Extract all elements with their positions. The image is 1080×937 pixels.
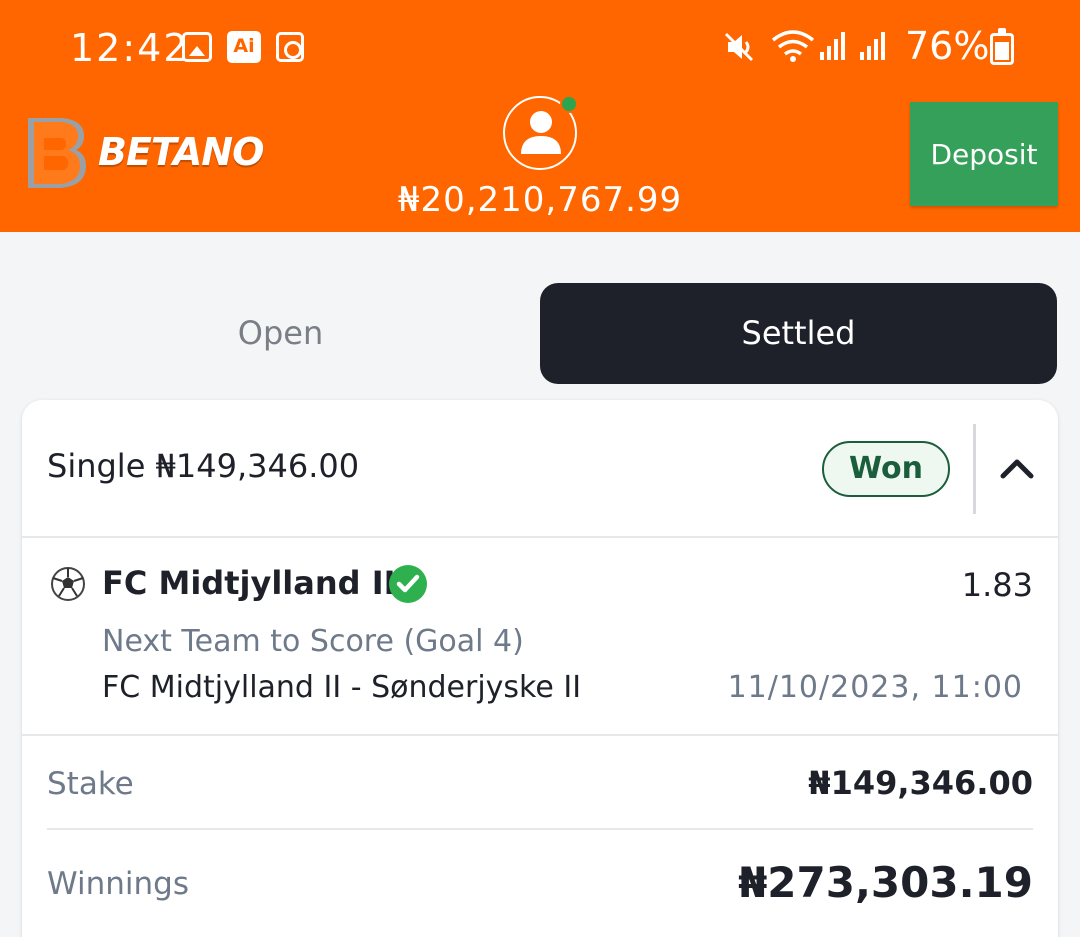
signal-icon [860, 32, 885, 60]
wifi-icon [771, 30, 815, 62]
soccer-ball-icon [51, 567, 85, 601]
selection-odds: 1.83 [961, 566, 1033, 604]
status-time: 12:42 [70, 26, 190, 70]
user-icon [521, 111, 561, 154]
online-status-dot [560, 95, 578, 113]
deposit-button[interactable]: Deposit [910, 102, 1058, 206]
divider [973, 424, 976, 514]
app-header: 12:42 Ai 76% BETANO ₦20,210,767.99 Depos… [0, 0, 1080, 232]
winnings-label: Winnings [47, 866, 189, 902]
tab-open[interactable]: Open [22, 283, 539, 384]
match-name[interactable]: FC Midtjylland II - Sønderjyske II [102, 670, 581, 705]
signal-icon [820, 32, 845, 60]
bet-card-header[interactable]: Single ₦149,346.00 Won [22, 400, 1058, 538]
gallery-icon [182, 32, 212, 62]
betano-logo-icon [28, 118, 86, 188]
bet-type: Single [47, 447, 146, 485]
winnings-row: Winnings ₦273,303.19 [47, 830, 1033, 937]
betano-logo[interactable]: BETANO [22, 112, 264, 192]
selection-team: FC Midtjylland II [102, 564, 396, 602]
stake-row: Stake ₦149,346.00 [47, 738, 1033, 830]
tab-settled[interactable]: Settled [540, 283, 1057, 384]
status-badge: Won [822, 441, 950, 497]
check-circle-icon [389, 565, 427, 603]
account-balance[interactable]: ₦20,210,767.99 [380, 180, 700, 220]
collapse-button[interactable] [997, 452, 1037, 482]
mute-icon [724, 32, 754, 62]
chevron-up-icon [1000, 459, 1034, 479]
bet-amount: ₦149,346.00 [155, 447, 360, 485]
winnings-value: ₦273,303.19 [738, 858, 1033, 907]
status-bar: 12:42 Ai 76% [0, 0, 1080, 96]
clock-icon [276, 32, 304, 62]
bet-summary: Single ₦149,346.00 [47, 447, 359, 485]
battery-percent: 76% [905, 24, 990, 68]
ai-icon: Ai [227, 31, 261, 63]
brand-name: BETANO [98, 130, 264, 174]
bet-selection: FC Midtjylland II 1.83 Next Team to Scor… [22, 540, 1058, 736]
battery-icon [990, 28, 1014, 65]
bet-tabs: Open Settled [22, 283, 1058, 384]
stake-value: ₦149,346.00 [808, 764, 1033, 802]
selection-market: Next Team to Score (Goal 4) [102, 624, 524, 659]
bet-card: Single ₦149,346.00 Won FC Midtjylland II… [22, 400, 1058, 937]
match-datetime: 11/10/2023, 11:00 [727, 670, 1023, 705]
stake-label: Stake [47, 766, 134, 802]
